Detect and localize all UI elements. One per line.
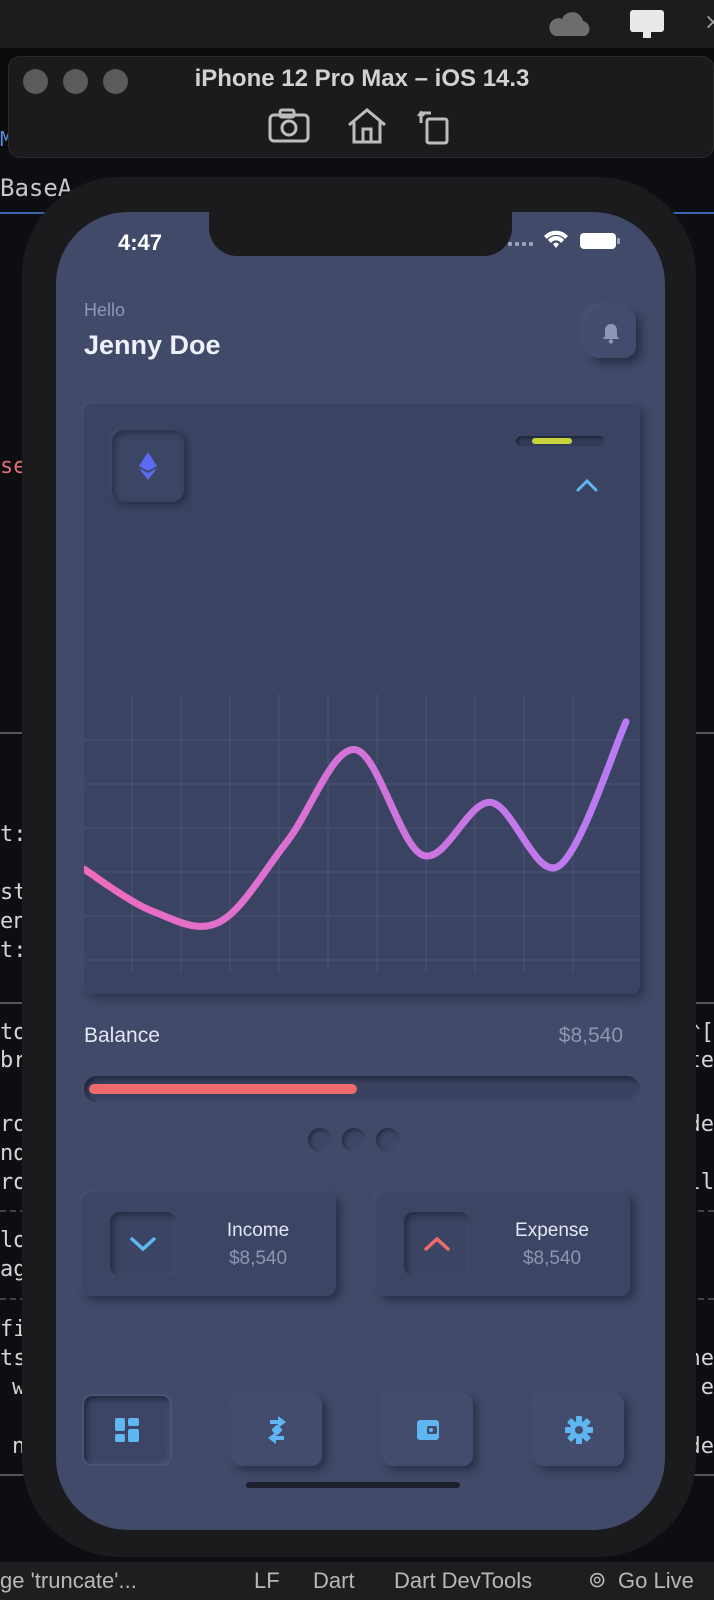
- home-icon[interactable]: [345, 107, 389, 145]
- status-icons: [508, 230, 620, 249]
- wallet-icon: [417, 1420, 439, 1440]
- balance-label: Balance: [84, 1024, 160, 1047]
- home-indicator: [246, 1482, 460, 1488]
- user-name: Jenny Doe: [84, 330, 221, 360]
- notch: [209, 212, 512, 256]
- income-icon-box: [110, 1212, 176, 1276]
- page-dot[interactable]: [376, 1128, 400, 1152]
- nav-wallet-button[interactable]: [383, 1394, 473, 1466]
- cloud-icon[interactable]: [545, 12, 593, 38]
- chart-grid: [84, 694, 640, 972]
- expense-icon-box: [404, 1212, 470, 1276]
- page-indicator: [308, 1128, 412, 1152]
- balance-progress-bar: [84, 1076, 640, 1102]
- chart-card: [84, 404, 640, 994]
- cellular-icon: [508, 242, 533, 246]
- code-fragment: e: [700, 1375, 714, 1400]
- page-dot[interactable]: [308, 1128, 332, 1152]
- chevron-up-icon: [424, 1236, 450, 1251]
- toggle-indicator: [532, 438, 572, 444]
- line-ending[interactable]: LF: [254, 1568, 280, 1594]
- expense-label: Expense: [515, 1220, 589, 1241]
- chevron-up-icon[interactable]: [574, 476, 600, 494]
- chart-toggle[interactable]: [516, 436, 604, 446]
- balance-value: $8,540: [558, 1024, 623, 1047]
- exchange-icon: [268, 1416, 286, 1444]
- balance-progress-fill: [89, 1084, 357, 1094]
- mac-menubar: ×: [0, 0, 714, 48]
- display-icon[interactable]: [628, 8, 666, 40]
- battery-icon: [580, 233, 616, 249]
- expense-value: $8,540: [522, 1248, 582, 1269]
- ethereum-button[interactable]: [112, 430, 184, 502]
- income-text: Income $8,540: [188, 1192, 328, 1296]
- expense-text: Expense $8,540: [482, 1192, 622, 1296]
- settings-icon: [565, 1416, 593, 1444]
- chevron-down-icon: [130, 1237, 156, 1252]
- bell-icon: [603, 324, 619, 344]
- expense-card[interactable]: Expense $8,540: [376, 1192, 630, 1296]
- notifications-button[interactable]: [586, 308, 636, 358]
- broadcast-icon[interactable]: ⊚: [588, 1568, 606, 1593]
- income-card[interactable]: Income $8,540: [82, 1192, 336, 1296]
- wifi-icon: [544, 230, 568, 248]
- chart-line-series: [84, 718, 630, 930]
- nav-exchange-button[interactable]: [232, 1394, 322, 1466]
- nav-settings-button[interactable]: [534, 1394, 624, 1466]
- simulator-titlebar: iPhone 12 Pro Max – iOS 14.3: [8, 56, 714, 158]
- screenshot-icon[interactable]: [267, 107, 311, 145]
- dashboard-icon: [115, 1418, 139, 1442]
- app-screen: 4:47 Hello Jenny Doe Balance $8,540 Inco…: [56, 212, 665, 1530]
- close-icon[interactable]: ×: [704, 10, 714, 35]
- income-label: Income: [226, 1220, 290, 1241]
- ide-statusbar: ge 'truncate'... LF Dart Dart DevTools ⊚…: [0, 1562, 714, 1600]
- dart-devtools-button[interactable]: Dart DevTools: [394, 1568, 532, 1594]
- status-message: ge 'truncate'...: [0, 1568, 137, 1593]
- ethereum-icon: [139, 452, 157, 480]
- page-dot[interactable]: [342, 1128, 366, 1152]
- status-time: 4:47: [118, 230, 163, 255]
- go-live-button[interactable]: Go Live: [618, 1568, 694, 1594]
- income-value: $8,540: [228, 1248, 288, 1269]
- greeting: Hello: [84, 300, 126, 320]
- nav-dashboard-button[interactable]: [82, 1394, 172, 1466]
- language-mode[interactable]: Dart: [313, 1568, 355, 1594]
- simulator-title: iPhone 12 Pro Max – iOS 14.3: [194, 65, 530, 92]
- rotate-icon[interactable]: [415, 107, 459, 145]
